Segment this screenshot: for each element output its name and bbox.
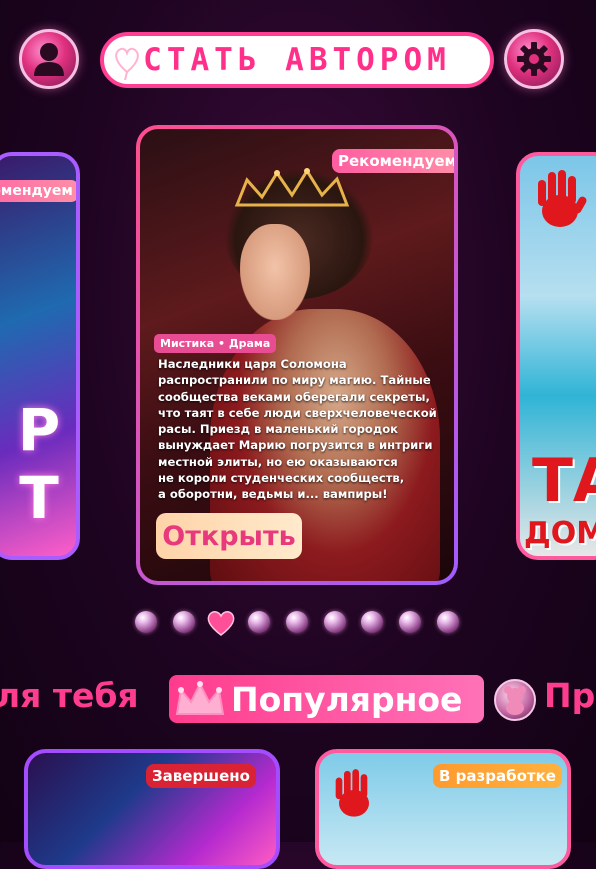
cover-title: ТА xyxy=(532,446,596,516)
pagination-dot[interactable] xyxy=(286,611,308,633)
pagination-dot[interactable] xyxy=(361,611,383,633)
pagination-dot[interactable] xyxy=(324,611,346,633)
open-button[interactable]: Открыть xyxy=(156,513,302,559)
heart-icon xyxy=(115,47,139,81)
crown-icon xyxy=(175,681,225,715)
category-bear-button[interactable] xyxy=(494,679,536,721)
category-for-you[interactable]: ля тебя xyxy=(0,676,139,715)
pagination-dot[interactable] xyxy=(248,611,270,633)
become-author-button[interactable]: СТАТЬ АВТОРОМ xyxy=(100,32,494,88)
cover-illustration-face xyxy=(240,224,310,320)
become-author-label: СТАТЬ АВТОРОМ xyxy=(143,42,451,78)
user-icon xyxy=(34,43,64,76)
handprint-icon xyxy=(538,170,587,227)
story-card-left[interactable]: Рекомендуем P T xyxy=(0,152,80,560)
story-card-bottom-1[interactable]: Завершено xyxy=(24,749,280,869)
story-description: Наследники царя Соломона распространили … xyxy=(158,357,437,502)
pagination-dot[interactable] xyxy=(399,611,421,633)
pagination-dot[interactable] xyxy=(135,611,157,633)
story-card-bottom-2[interactable]: В разработке xyxy=(315,749,571,869)
pagination-dot[interactable] xyxy=(437,611,459,633)
category-next[interactable]: Пр xyxy=(544,676,595,715)
pagination-dot[interactable] xyxy=(173,611,195,633)
genre-tags: Мистика • Драма xyxy=(154,334,277,353)
story-card-featured[interactable]: Рекомендуем Мистика • Драма Наследники ц… xyxy=(136,125,458,585)
gear-icon xyxy=(517,42,551,76)
pagination-dot-active[interactable] xyxy=(205,607,237,637)
status-badge: Завершено xyxy=(146,764,256,788)
recommended-badge: Рекомендуем xyxy=(0,180,76,202)
story-card-right[interactable]: ТА ДОМ xyxy=(516,152,596,560)
status-badge: В разработке xyxy=(433,764,562,788)
settings-button[interactable] xyxy=(504,29,564,89)
cover-subtitle: ДОМ xyxy=(524,516,596,551)
category-popular[interactable]: Популярное xyxy=(169,675,484,723)
handprint-icon xyxy=(335,769,369,817)
profile-button[interactable] xyxy=(19,29,79,89)
crown-illustration xyxy=(234,168,350,207)
teddy-bear-icon xyxy=(504,686,526,715)
category-popular-label: Популярное xyxy=(231,679,463,719)
recommended-badge: Рекомендуем xyxy=(332,149,454,173)
cover-title: P T xyxy=(17,396,61,532)
